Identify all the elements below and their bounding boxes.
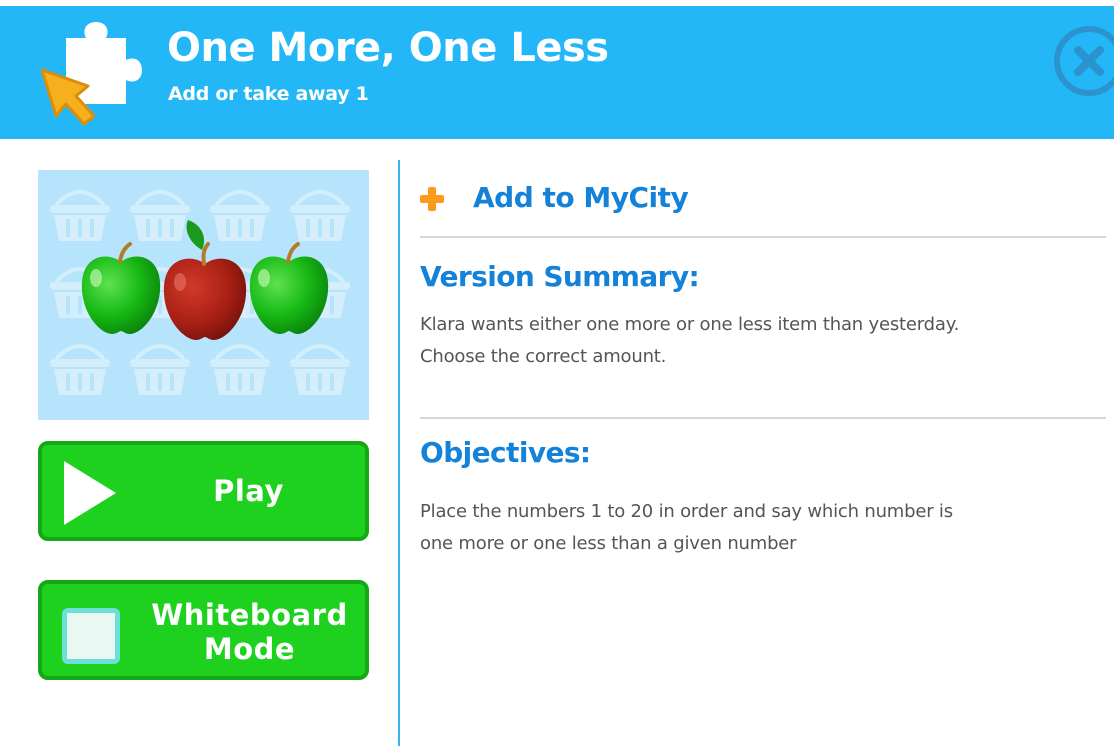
whiteboard-label-line1: Whiteboard (151, 598, 348, 632)
version-summary-heading: Version Summary: (420, 260, 700, 293)
apples-baskets-thumbnail (48, 190, 352, 397)
objectives-heading: Objectives: (420, 436, 591, 469)
column-divider (398, 160, 400, 746)
objectives-text: Place the numbers 1 to 20 in order and s… (420, 496, 1110, 560)
close-icon (1074, 46, 1104, 76)
version-summary-text: Klara wants either one more or one less … (420, 309, 1110, 373)
plus-icon (420, 187, 444, 211)
whiteboard-label-line2: Mode (203, 632, 296, 666)
add-to-mycity-label: Add to MyCity (473, 181, 689, 214)
play-button-label: Play (213, 474, 284, 508)
summary-line: Klara wants either one more or one less … (420, 314, 960, 335)
divider (420, 417, 1106, 419)
divider (420, 236, 1106, 238)
whiteboard-mode-button[interactable]: Whiteboard Mode (38, 580, 369, 680)
whiteboard-icon (62, 608, 120, 664)
puzzle-pointer-icon (40, 22, 142, 126)
objectives-line: Place the numbers 1 to 20 in order and s… (420, 501, 953, 522)
activity-header: One More, One Less Add or take away 1 (0, 6, 1114, 139)
whiteboard-button-label: Whiteboard Mode (134, 598, 365, 666)
play-button[interactable]: Play (38, 441, 369, 541)
play-icon (64, 461, 116, 525)
apple-green-right (249, 242, 329, 334)
close-button[interactable] (1054, 26, 1114, 96)
page-subtitle: Add or take away 1 (168, 83, 369, 105)
summary-line: Choose the correct amount. (420, 346, 667, 367)
objectives-line: one more or one less than a given number (420, 533, 797, 554)
page-title: One More, One Less (167, 25, 609, 71)
activity-thumbnail (38, 170, 369, 420)
add-to-mycity-link[interactable]: Add to MyCity (420, 181, 820, 217)
apple-green-left (81, 242, 161, 334)
activity-panel: Play Whiteboard Mode (0, 139, 398, 746)
